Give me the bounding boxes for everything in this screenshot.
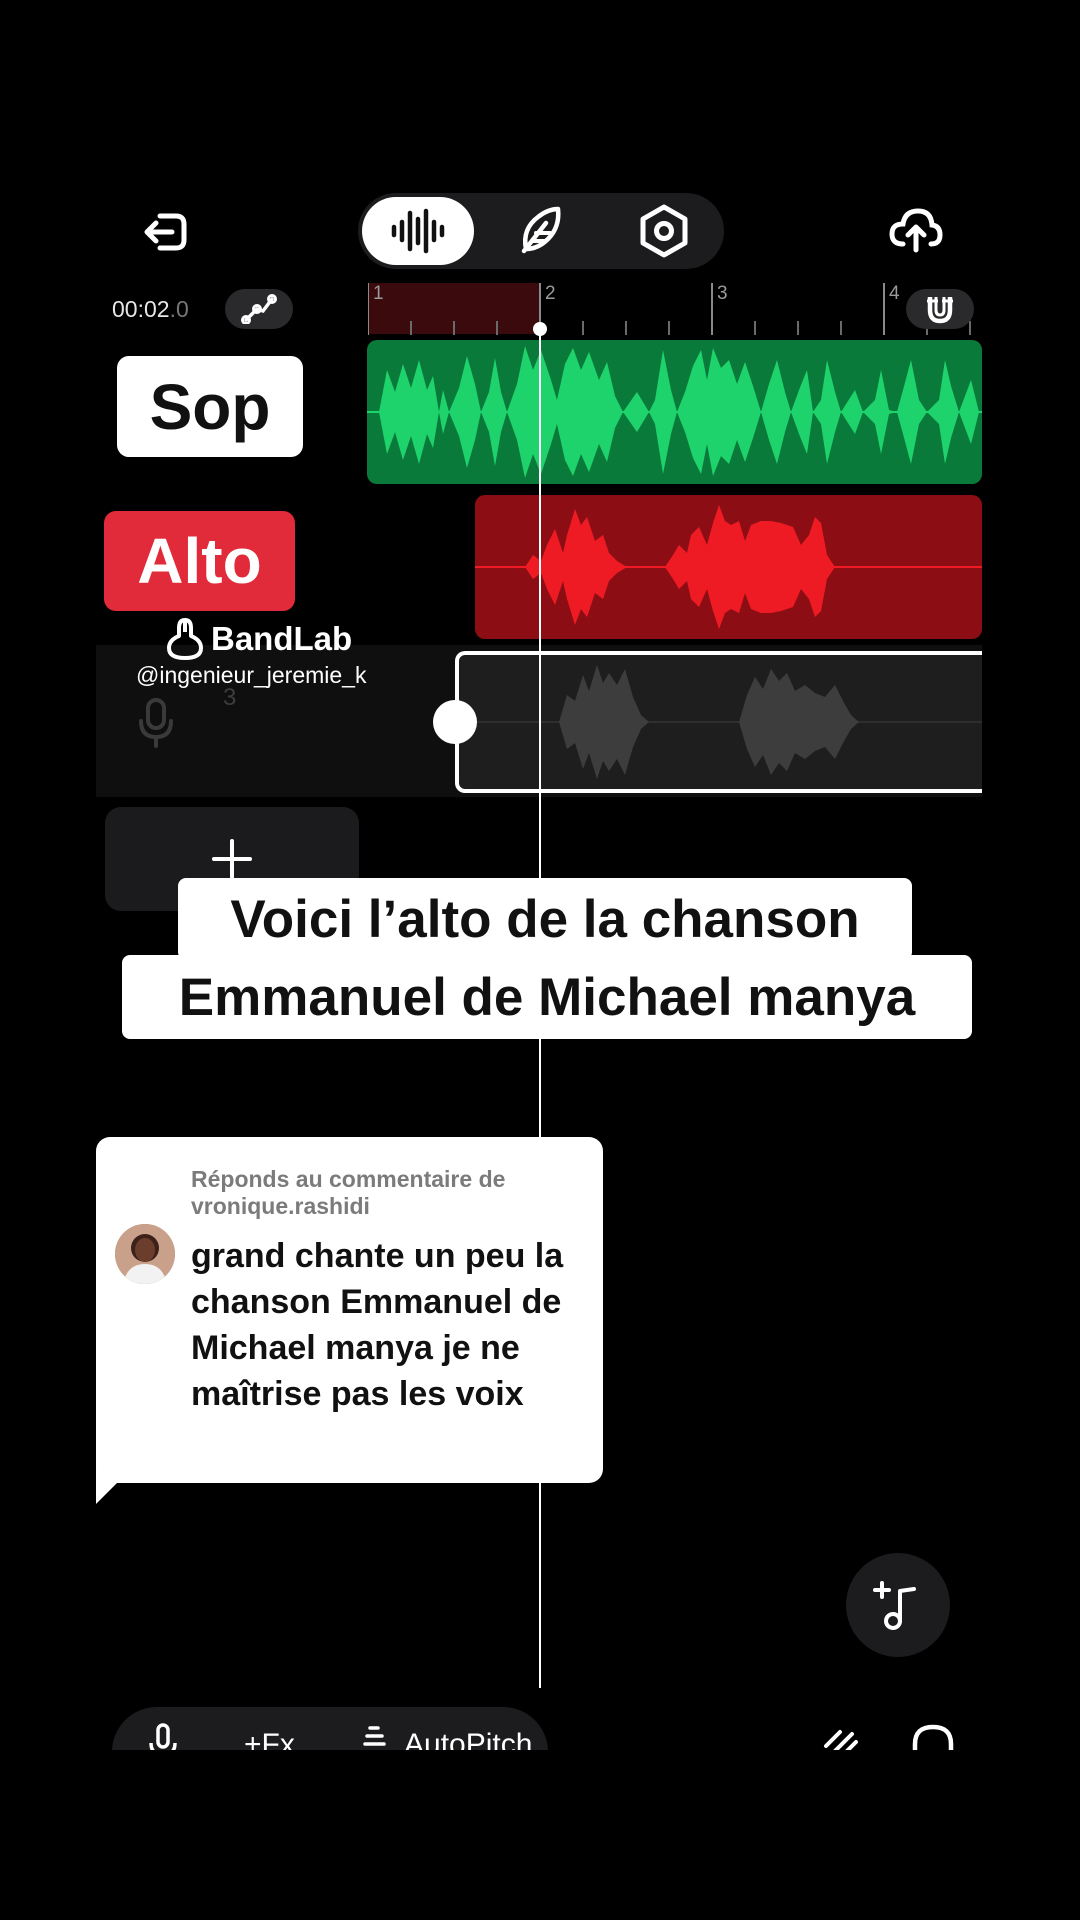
autopitch-icon xyxy=(362,1724,388,1750)
bottom-bar-clip: +Fx AutoPitch xyxy=(0,0,1080,1750)
autopitch-button[interactable]: AutoPitch xyxy=(404,1728,532,1750)
headphones-icon xyxy=(912,1724,954,1750)
edit-tools-button[interactable] xyxy=(822,1724,860,1750)
bottom-mic-button[interactable] xyxy=(148,1723,178,1750)
fx-button[interactable]: +Fx xyxy=(244,1728,295,1750)
microphone-icon xyxy=(149,1723,177,1750)
headphones-button[interactable] xyxy=(910,1722,956,1750)
slash-tools-icon xyxy=(824,1730,858,1750)
